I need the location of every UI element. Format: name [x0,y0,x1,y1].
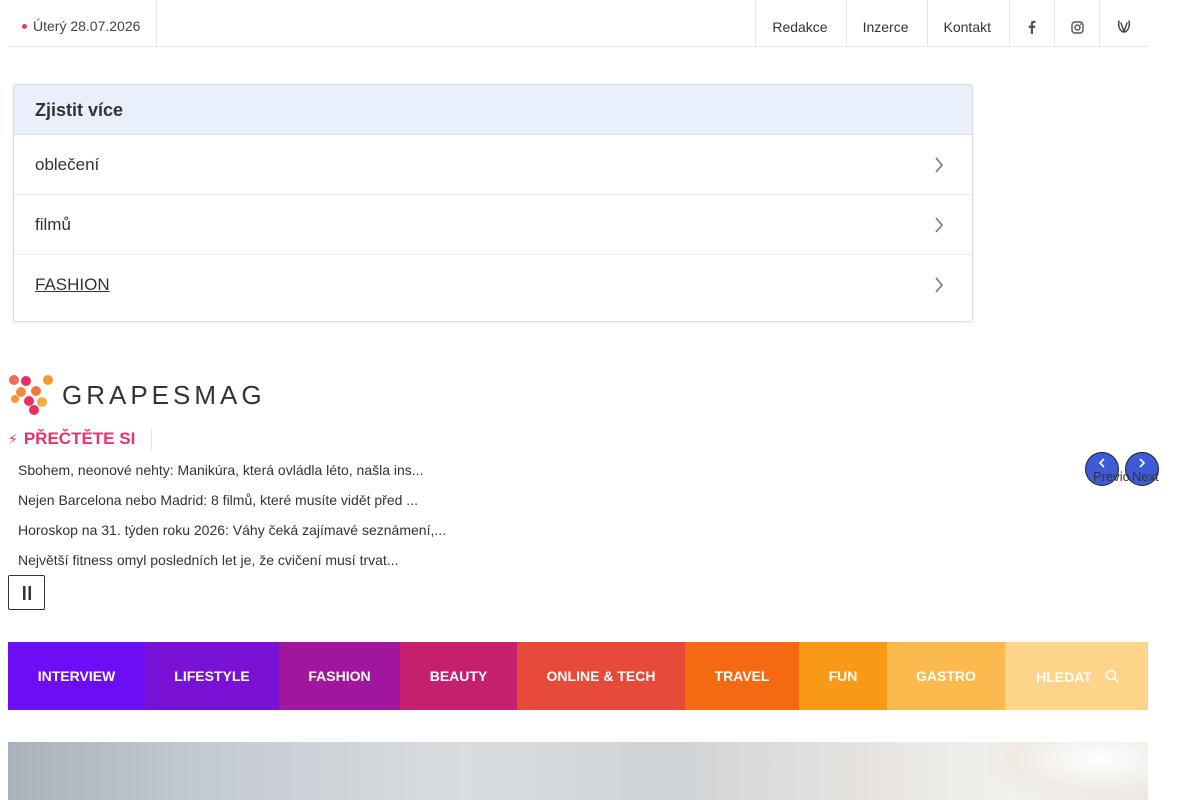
facebook-icon[interactable] [1009,0,1054,46]
chevron-right-icon [935,216,944,233]
hero-image[interactable] [8,742,1148,800]
chevron-right-icon [935,156,944,173]
learn-more-item-label: oblečení [35,154,100,174]
instagram-icon[interactable] [1054,0,1099,46]
read-also-item[interactable]: Největší fitness omyl posledních let je,… [18,550,446,580]
read-also-list: Sbohem, neonové nehty: Manikúra, která o… [18,460,446,580]
date-dot [22,24,27,29]
previous-label: Previo [1093,469,1130,484]
learn-more-item[interactable]: filmů [14,195,972,255]
learn-more-item[interactable]: oblečení [14,135,972,195]
search-label: HLEDAT [1036,669,1092,685]
chevron-left-icon [1098,458,1105,468]
nav-item-online-tech[interactable]: ONLINE & TECH [517,642,685,710]
nav-item-fashion[interactable]: FASHION [279,642,400,710]
chevron-right-icon [1139,458,1146,468]
learn-more-item-label: FASHION [35,275,110,294]
read-also-label: PŘEČTĚTE SI [23,429,136,448]
top-link-redakce[interactable]: Redakce [755,0,845,46]
nav-item-beauty[interactable]: BEAUTY [400,642,517,710]
date-display: Úterý 28.07.2026 [8,0,157,46]
logo-text: GRAPESMAG [62,379,266,410]
top-bar: Úterý 28.07.2026 Redakce Inzerce Kontakt [8,0,1148,47]
next-label: Next [1132,469,1159,484]
read-also-item[interactable]: Horoskop na 31. týden roku 2026: Váhy če… [18,520,446,550]
nav-item-travel[interactable]: TRAVEL [685,642,799,710]
grapes-logo-icon [9,375,53,415]
read-also-title: ⚡ PŘEČTĚTE SI [8,428,153,450]
learn-more-item-label: filmů [35,214,71,234]
main-navigation: INTERVIEW LIFESTYLE FASHION BEAUTY ONLIN… [8,642,1148,710]
read-also-item[interactable]: Sbohem, neonové nehty: Manikúra, která o… [18,460,446,490]
top-link-inzerce[interactable]: Inzerce [845,0,927,46]
nav-item-gastro[interactable]: GASTRO [887,642,1005,710]
top-links: Redakce Inzerce Kontakt [755,0,1148,46]
top-link-kontakt[interactable]: Kontakt [926,0,1009,46]
nav-item-fun[interactable]: FUN [799,642,887,710]
learn-more-item[interactable]: FASHION [14,255,972,315]
learn-more-box: Zjistit více oblečení filmů FASHION [13,84,973,322]
learn-more-title: Zjistit více [14,85,972,135]
site-logo[interactable]: GRAPESMAG [8,375,266,415]
bolt-icon: ⚡ [8,430,18,447]
chevron-right-icon [935,277,944,293]
pause-icon [22,585,31,600]
nav-item-search[interactable]: HLEDAT [1005,642,1148,710]
date-text: Úterý 28.07.2026 [33,18,141,34]
nav-item-lifestyle[interactable]: LIFESTYLE [145,642,279,710]
account-icon[interactable] [1099,0,1148,46]
nav-item-interview[interactable]: INTERVIEW [8,642,145,710]
read-also-item[interactable]: Nejen Barcelona nebo Madrid: 8 filmů, kt… [18,490,446,520]
search-icon [1105,669,1119,683]
hero-image-detail [988,742,1148,800]
pause-button[interactable] [8,575,45,610]
